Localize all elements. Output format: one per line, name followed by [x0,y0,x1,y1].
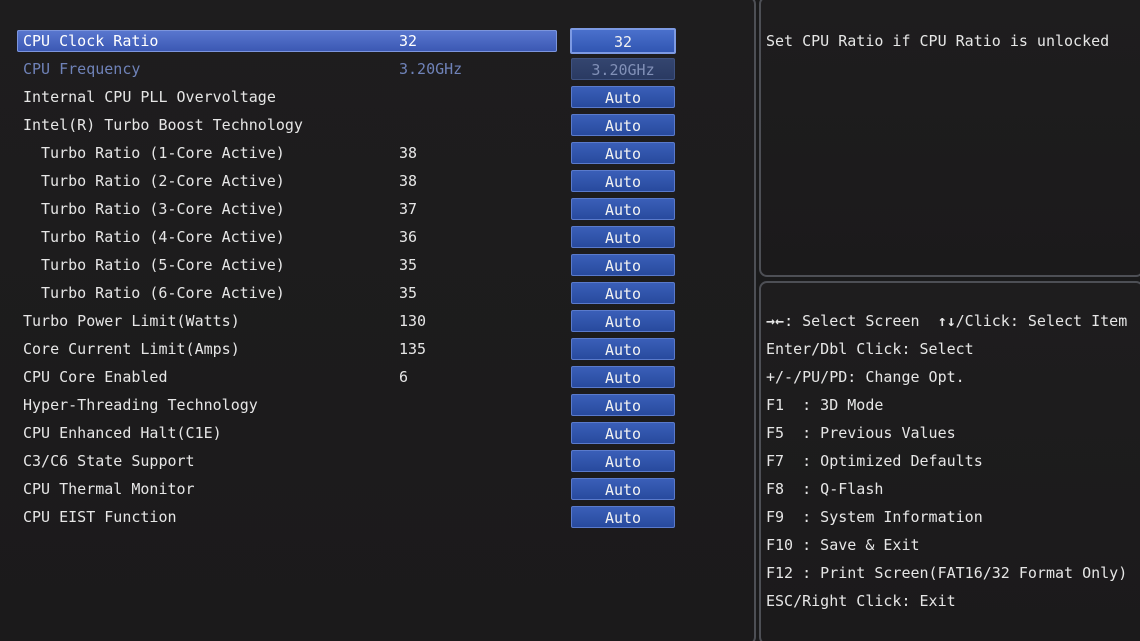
setting-option-button[interactable]: Auto [571,506,675,528]
setting-option-button[interactable]: Auto [571,394,675,416]
key-legend-line: F1 : 3D Mode [766,394,883,416]
key-legend-text: Enter/Dbl Click: Select [766,340,974,358]
setting-row[interactable]: Turbo Ratio (5-Core Active) 35 [17,254,557,276]
setting-row[interactable]: CPU Enhanced Halt(C1E) [17,422,557,444]
key-legend-line: F12 : Print Screen(FAT16/32 Format Only) [766,562,1127,584]
setting-label: Turbo Ratio (2-Core Active) [41,172,285,190]
setting-current-value: 36 [399,228,418,246]
setting-row[interactable]: Turbo Ratio (2-Core Active) 38 [17,170,557,192]
setting-option-button[interactable]: Auto [571,338,675,360]
setting-row[interactable]: CPU Thermal Monitor [17,478,557,500]
setting-row[interactable]: Turbo Ratio (4-Core Active) 36 [17,226,557,248]
setting-row: CPU Frequency 3.20GHz [17,58,557,80]
setting-label: CPU Enhanced Halt(C1E) [23,424,222,442]
setting-option-button[interactable]: Auto [571,142,675,164]
up-down-arrows-icon: ↑↓ [937,312,956,330]
setting-label: Turbo Ratio (1-Core Active) [41,144,285,162]
setting-label: C3/C6 State Support [23,452,195,470]
help-description: Set CPU Ratio if CPU Ratio is unlocked [766,32,1110,50]
key-legend-line: →←: Select Screen ↑↓/Click: Select Item [766,310,1127,332]
key-legend-line: +/-/PU/PD: Change Opt. [766,366,965,388]
key-legend-text: /Click: Select Item [955,312,1128,330]
key-legend-text: F12 : Print Screen(FAT16/32 Format Only) [766,564,1128,582]
key-legend-text: F8 : Q-Flash [766,480,884,498]
setting-label: CPU EIST Function [23,508,177,526]
setting-current-value: 35 [399,284,418,302]
key-legend-text: ESC/Right Click: Exit [766,592,956,610]
setting-current-value: 6 [399,368,409,386]
setting-label: CPU Core Enabled [23,368,168,386]
setting-row[interactable]: CPU EIST Function [17,506,557,528]
setting-option-button[interactable]: Auto [571,282,675,304]
setting-label: CPU Thermal Monitor [23,480,195,498]
key-legend-text: F5 : Previous Values [766,424,956,442]
setting-row[interactable]: Turbo Power Limit(Watts) 130 [17,310,557,332]
setting-label: Intel(R) Turbo Boost Technology [23,116,303,134]
setting-option-button[interactable]: Auto [571,198,675,220]
setting-option-button[interactable]: Auto [571,114,675,136]
setting-option-button[interactable]: Auto [571,86,675,108]
setting-row[interactable]: Hyper-Threading Technology [17,394,557,416]
left-right-arrows-icon: →← [766,312,785,330]
setting-option-button[interactable]: Auto [571,366,675,388]
setting-label: Turbo Ratio (4-Core Active) [41,228,285,246]
key-legend-text: F9 : System Information [766,508,983,526]
key-legend-text: F10 : Save & Exit [766,536,920,554]
setting-option-button[interactable]: Auto [571,478,675,500]
setting-row[interactable]: Core Current Limit(Amps) 135 [17,338,557,360]
key-legend-text: +/-/PU/PD: Change Opt. [766,368,965,386]
setting-option-button[interactable]: Auto [571,254,675,276]
setting-row[interactable]: Intel(R) Turbo Boost Technology [17,114,557,136]
key-legend-line: F7 : Optimized Defaults [766,450,983,472]
setting-option-button[interactable]: Auto [571,226,675,248]
key-legend-line: F5 : Previous Values [766,422,956,444]
key-legend-line: F10 : Save & Exit [766,534,920,556]
key-legend-line: F8 : Q-Flash [766,478,883,500]
key-legend-text: F7 : Optimized Defaults [766,452,983,470]
setting-option-button[interactable]: Auto [571,450,675,472]
setting-label: Internal CPU PLL Overvoltage [23,88,276,106]
setting-current-value: 35 [399,256,418,274]
key-legend-line: F9 : System Information [766,506,983,528]
setting-label: Turbo Ratio (6-Core Active) [41,284,285,302]
setting-row[interactable]: Turbo Ratio (3-Core Active) 37 [17,198,557,220]
setting-option-button[interactable]: 32 [570,28,676,54]
key-legend-text: : Select Screen [784,312,938,330]
setting-option-button[interactable]: Auto [571,310,675,332]
setting-current-value: 130 [399,312,427,330]
setting-option-button[interactable]: Auto [571,170,675,192]
setting-current-value: 38 [399,144,418,162]
setting-row[interactable]: CPU Core Enabled 6 [17,366,557,388]
setting-row[interactable]: C3/C6 State Support [17,450,557,472]
setting-row[interactable]: Turbo Ratio (6-Core Active) 35 [17,282,557,304]
key-legend-line: ESC/Right Click: Exit [766,590,956,612]
setting-row[interactable]: Internal CPU PLL Overvoltage [17,86,557,108]
setting-current-value: 135 [399,340,427,358]
setting-current-value: 3.20GHz [399,60,463,78]
setting-label: Turbo Ratio (5-Core Active) [41,256,285,274]
setting-option-button: 3.20GHz [571,58,675,80]
setting-current-value: 32 [399,32,418,50]
setting-label: CPU Clock Ratio [23,32,159,50]
key-legend-text: F1 : 3D Mode [766,396,884,414]
setting-label: Turbo Ratio (3-Core Active) [41,200,285,218]
setting-row[interactable]: Turbo Ratio (1-Core Active) 38 [17,142,557,164]
setting-label: CPU Frequency [23,60,141,78]
setting-current-value: 38 [399,172,418,190]
setting-current-value: 37 [399,200,418,218]
key-legend-line: Enter/Dbl Click: Select [766,338,974,360]
setting-label: Core Current Limit(Amps) [23,340,240,358]
setting-option-button[interactable]: Auto [571,422,675,444]
setting-label: Turbo Power Limit(Watts) [23,312,240,330]
setting-row[interactable]: CPU Clock Ratio 32 [17,30,557,52]
setting-label: Hyper-Threading Technology [23,396,258,414]
